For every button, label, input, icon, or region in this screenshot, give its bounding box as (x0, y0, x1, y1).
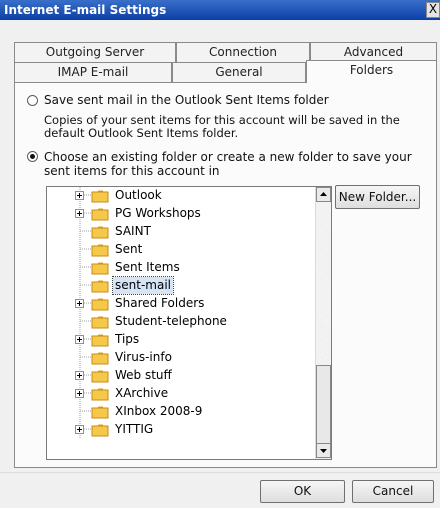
folder-icon (91, 208, 109, 221)
folder-icon (91, 190, 109, 203)
folder-icon (91, 226, 109, 239)
window-title: Internet E-mail Settings (4, 3, 167, 17)
folder-icon (91, 316, 109, 329)
cancel-button[interactable]: Cancel (352, 480, 434, 503)
tree-item-label: Sent (115, 242, 143, 256)
tree-item-label: XInbox 2008-9 (115, 404, 203, 418)
tree-item-label: Sent Items (115, 260, 180, 274)
plus-expander-icon[interactable] (75, 371, 84, 380)
plus-expander-icon[interactable] (75, 425, 84, 434)
tab-imap-email[interactable]: IMAP E-mail (14, 62, 172, 82)
close-button[interactable]: X (426, 2, 440, 18)
tab-outgoing-server[interactable]: Outgoing Server (14, 42, 176, 62)
new-folder-button[interactable]: New Folder... (335, 185, 420, 209)
tab-folders[interactable]: Folders (306, 60, 437, 83)
folder-icon (91, 406, 109, 419)
tree-item-label: YITTIG (115, 422, 154, 436)
plus-expander-icon[interactable] (75, 191, 84, 200)
save-in-sent-items-radio[interactable] (27, 95, 38, 106)
folder-icon (91, 388, 109, 401)
choose-folder-label[interactable]: Choose an existing folder or create a ne… (44, 150, 429, 178)
folder-icon (91, 298, 109, 311)
folder-icon (91, 424, 109, 437)
arrow-down-icon (320, 449, 327, 453)
save-in-sent-items-description: Copies of your sent items for this accou… (44, 113, 400, 140)
folder-tree[interactable]: Outlook PG Workshops SAINT Sent Sent Items se… (46, 186, 332, 460)
tree-item-label: SAINT (115, 224, 151, 238)
folder-icon (91, 334, 109, 347)
folder-icon (91, 280, 109, 293)
choose-folder-radio[interactable] (27, 151, 38, 162)
tree-vertical-scrollbar[interactable] (315, 187, 331, 459)
ok-button[interactable]: OK (260, 480, 345, 503)
plus-expander-icon[interactable] (75, 335, 84, 344)
save-in-sent-items-label[interactable]: Save sent mail in the Outlook Sent Items… (44, 93, 329, 107)
plus-expander-icon[interactable] (75, 209, 84, 218)
tree-item-label: Tips (115, 332, 140, 346)
scroll-down-button[interactable] (316, 443, 331, 458)
plus-expander-icon[interactable] (75, 389, 84, 398)
folder-icon (91, 262, 109, 275)
tree-item-label: Student-telephone (115, 314, 227, 328)
bottom-separator (0, 472, 440, 473)
tree-item-label: Shared Folders (115, 296, 205, 310)
plus-expander-icon[interactable] (75, 299, 84, 308)
tree-item-label: sent-mail (112, 276, 174, 295)
folder-icon (91, 370, 109, 383)
scroll-up-button[interactable] (316, 187, 331, 202)
tab-general[interactable]: General (172, 62, 306, 82)
title-bar: Internet E-mail Settings X (0, 0, 440, 20)
tree-item-label: Virus-info (115, 350, 172, 364)
folder-icon (91, 352, 109, 365)
folder-icon (91, 244, 109, 257)
tree-item-label: XArchive (115, 386, 169, 400)
scroll-thumb[interactable] (316, 365, 331, 444)
tree-item-label: Outlook (115, 188, 162, 202)
arrow-up-icon (320, 192, 327, 196)
tab-advanced[interactable]: Advanced (310, 42, 437, 62)
tab-connection[interactable]: Connection (176, 42, 310, 62)
tree-item-label: Web stuff (115, 368, 172, 382)
tree-item-label: PG Workshops (115, 206, 201, 220)
